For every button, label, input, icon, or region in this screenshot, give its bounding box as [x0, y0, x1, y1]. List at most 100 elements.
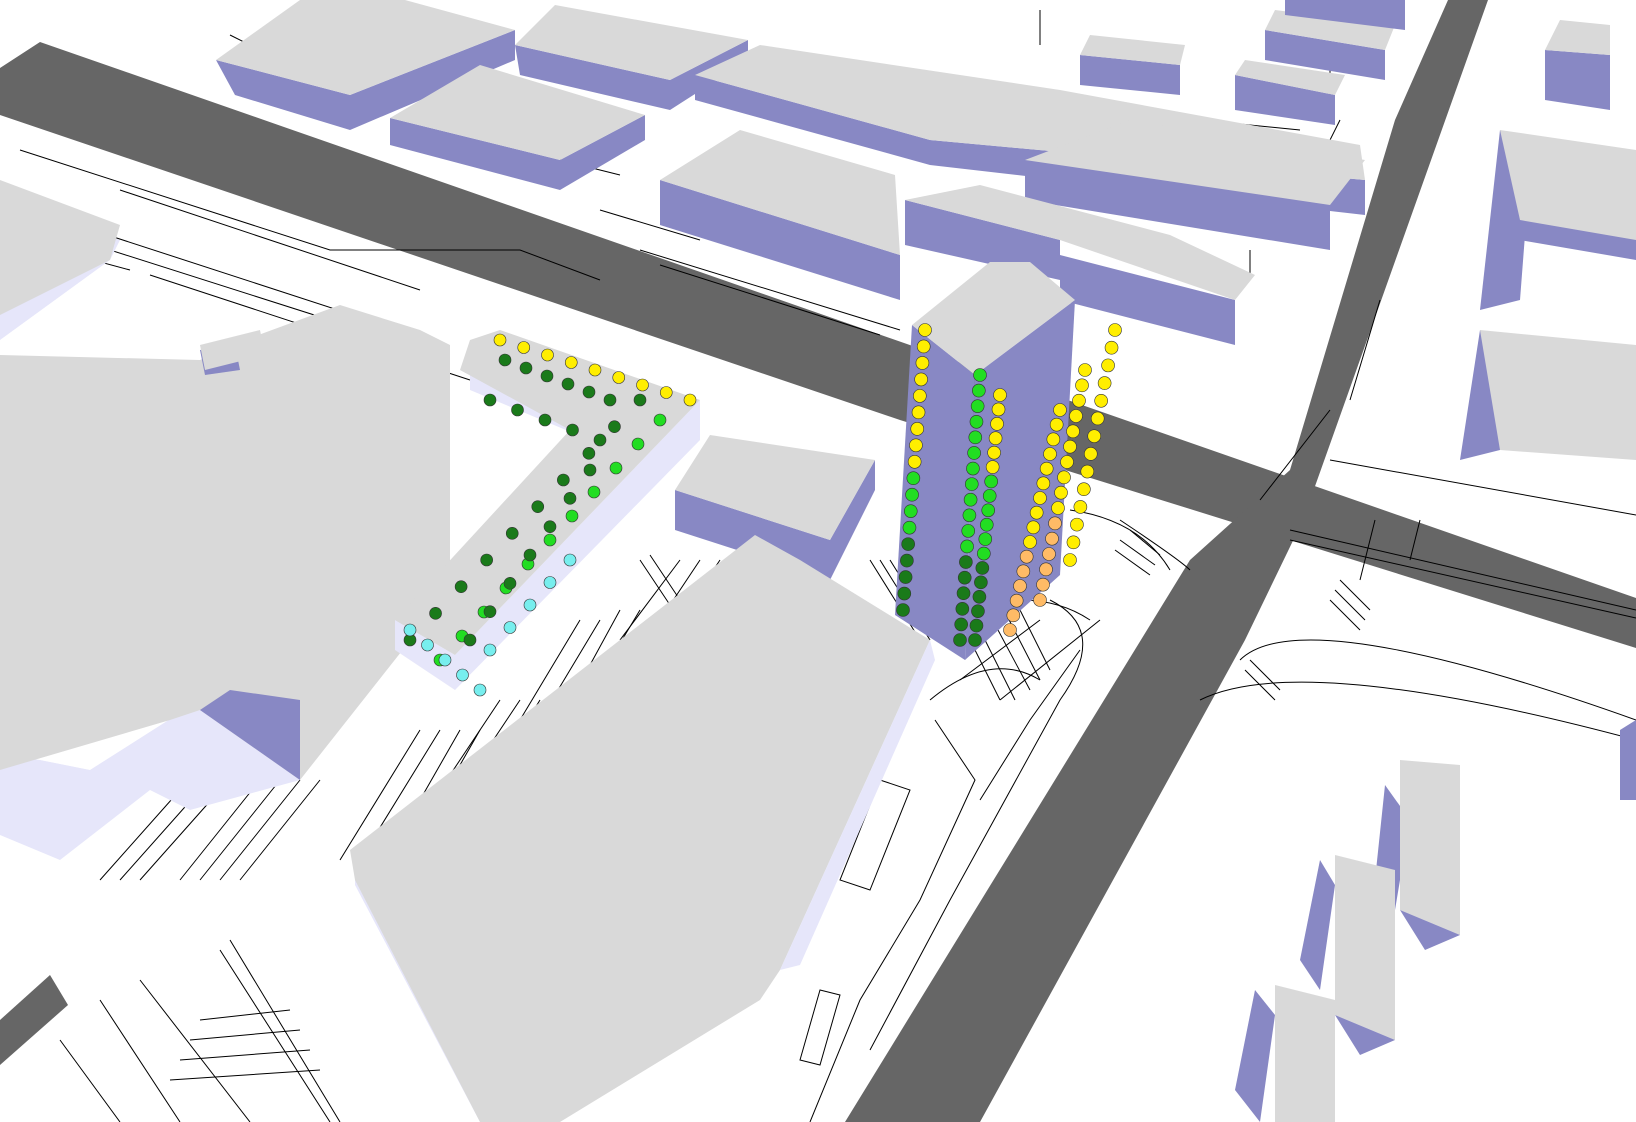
building-block-icon	[1460, 20, 1636, 800]
receiver-point-icon	[565, 509, 579, 523]
receiver-point-icon	[603, 393, 617, 407]
receiver-point-icon	[498, 353, 512, 367]
receiver-point-icon	[1048, 516, 1062, 531]
receiver-point-icon	[473, 683, 487, 697]
receiver-point-icon	[566, 423, 579, 437]
receiver-point-icon	[1036, 577, 1050, 592]
receiver-point-icon	[967, 446, 981, 460]
receiver-point-icon	[1063, 553, 1077, 567]
receiver-point-icon	[587, 485, 601, 499]
receiver-point-icon	[969, 618, 984, 633]
receiver-point-icon	[975, 561, 990, 575]
receiver-point-icon	[910, 422, 925, 436]
receiver-point-icon	[583, 463, 597, 477]
receiver-point-icon	[984, 474, 998, 489]
receiver-point-icon	[429, 607, 442, 620]
receiver-point-icon	[911, 405, 926, 420]
receiver-point-icon	[974, 575, 988, 590]
receiver-point-icon	[609, 461, 623, 475]
receiver-point-icon	[543, 533, 557, 547]
receiver-point-icon	[540, 369, 554, 383]
receiver-point-icon	[1006, 608, 1021, 623]
receiver-point-icon	[1019, 549, 1034, 564]
receiver-point-icon	[1013, 579, 1027, 593]
receiver-point-icon	[897, 586, 912, 601]
receiver-point-icon	[1016, 564, 1031, 579]
receiver-point-icon	[493, 333, 507, 347]
receiver-point-icon	[1053, 403, 1067, 417]
receiver-point-icon	[523, 548, 537, 562]
receiver-point-icon	[1101, 358, 1115, 373]
receiver-point-icon	[1097, 376, 1112, 390]
receiver-point-icon	[985, 460, 1000, 474]
receiver-point-icon	[907, 454, 922, 469]
receiver-point-icon	[653, 413, 667, 427]
receiver-point-icon	[1046, 432, 1061, 447]
receiver-point-icon	[1083, 447, 1098, 461]
receiver-point-icon	[608, 420, 621, 433]
receiver-point-icon	[564, 356, 578, 369]
receiver-point-icon	[1003, 623, 1017, 637]
receiver-point-icon	[896, 603, 910, 617]
receiver-point-icon	[1080, 464, 1095, 479]
receiver-point-icon	[955, 602, 970, 616]
receiver-point-icon	[557, 473, 570, 487]
receiver-point-icon	[593, 433, 607, 447]
receiver-point-icon	[966, 461, 980, 476]
receiver-point-icon	[1054, 485, 1068, 500]
receiver-point-icon	[523, 598, 537, 612]
receiver-point-icon	[953, 633, 967, 647]
receiver-point-icon	[916, 339, 931, 354]
receiver-point-icon	[914, 372, 928, 387]
receiver-point-icon	[969, 414, 984, 429]
receiver-point-icon	[503, 577, 517, 590]
receiver-point-icon	[1036, 476, 1051, 491]
receiver-point-icon	[901, 537, 915, 551]
receiver-point-icon	[1077, 482, 1091, 497]
receiver-point-icon	[1087, 429, 1102, 443]
receiver-point-icon	[505, 527, 519, 540]
receiver-point-icon	[1090, 411, 1105, 426]
receiver-point-icon	[990, 417, 1004, 431]
receiver-point-icon	[421, 638, 434, 652]
receiver-point-icon	[683, 393, 697, 407]
receiver-point-icon	[903, 504, 918, 518]
receiver-point-icon	[968, 430, 983, 445]
receiver-point-icon	[960, 539, 974, 554]
receiver-point-icon	[483, 643, 497, 657]
receiver-point-icon	[1045, 531, 1059, 546]
receiver-point-icon	[543, 576, 557, 589]
receiver-point-icon	[1066, 424, 1080, 439]
city-3d-view[interactable]	[0, 0, 1636, 1122]
receiver-point-icon	[993, 388, 1007, 402]
receiver-point-icon	[456, 668, 469, 682]
receiver-point-icon	[582, 447, 596, 460]
receiver-point-icon	[977, 546, 991, 561]
receiver-point-icon	[913, 389, 927, 403]
receiver-point-icon	[1033, 491, 1047, 505]
receiver-point-icon	[957, 570, 972, 585]
receiver-point-icon	[991, 402, 1006, 417]
receiver-point-icon	[956, 586, 971, 601]
receiver-point-icon	[902, 520, 917, 535]
receiver-point-icon	[1070, 517, 1084, 532]
receiver-point-icon	[531, 500, 545, 513]
receiver-point-icon	[511, 403, 524, 417]
receiver-point-icon	[541, 348, 554, 362]
receiver-point-icon	[483, 393, 497, 407]
receiver-point-icon	[962, 508, 977, 523]
receiver-point-icon	[973, 368, 987, 382]
receiver-point-icon	[1049, 417, 1064, 432]
receiver-point-icon	[1073, 500, 1088, 514]
receiver-point-icon	[972, 589, 987, 604]
receiver-point-icon	[1072, 393, 1086, 408]
receiver-point-icon	[1060, 455, 1074, 469]
receiver-point-icon	[519, 361, 533, 375]
receiver-point-icon	[1057, 470, 1071, 485]
receiver-point-icon	[1039, 562, 1053, 577]
receiver-point-icon	[987, 445, 1001, 460]
receiver-point-icon	[988, 431, 1003, 446]
receiver-point-icon	[1066, 535, 1081, 550]
receiver-point-icon	[538, 413, 552, 427]
receiver-point-icon	[964, 477, 979, 491]
